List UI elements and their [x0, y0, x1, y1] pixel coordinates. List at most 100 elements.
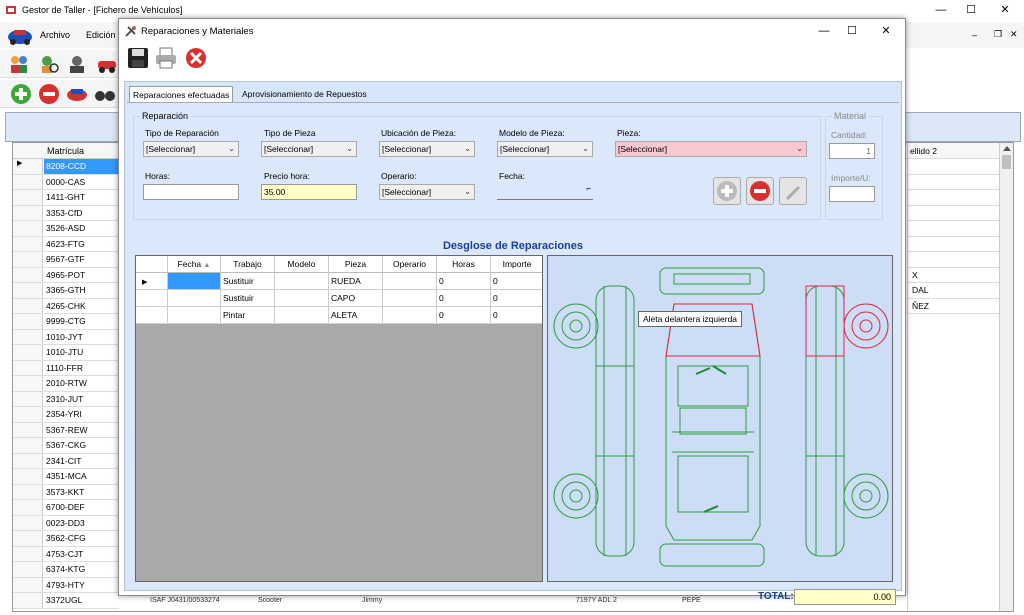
repair-cell-pieza[interactable]: CAPO: [329, 290, 383, 307]
row-header[interactable]: [13, 546, 43, 561]
row-header[interactable]: [13, 329, 43, 344]
table-row[interactable]: 2010-RTW: [13, 376, 119, 392]
users-icon[interactable]: [8, 53, 30, 75]
add-icon[interactable]: [10, 83, 32, 105]
matricula-cell[interactable]: 2354-YRI: [44, 407, 119, 422]
dialog-maximize-button[interactable]: ☐: [837, 23, 867, 39]
repair-cell-importe[interactable]: 0: [491, 307, 542, 324]
table-row[interactable]: 3562-CFG: [13, 531, 119, 547]
matricula-cell[interactable]: 3573-KKT: [44, 485, 119, 500]
matricula-cell[interactable]: 8208-CCD: [44, 159, 119, 174]
matricula-cell[interactable]: 0000-CAS: [44, 175, 119, 190]
row-header[interactable]: [13, 376, 43, 391]
repair-cell-operario[interactable]: [383, 273, 437, 290]
table-row[interactable]: 3526-ASD: [13, 221, 119, 237]
table-row[interactable]: 6374-KTG: [13, 562, 119, 578]
table-row[interactable]: 9567-GTF: [13, 252, 119, 268]
maximize-button[interactable]: ☐: [956, 2, 986, 18]
repair-cell-trabajo[interactable]: Pintar: [221, 307, 275, 324]
grid-scrollbar[interactable]: [999, 143, 1013, 611]
repair-cell-importe[interactable]: 0: [491, 290, 542, 307]
row-header[interactable]: [13, 360, 43, 375]
table-row[interactable]: 0023-DD3: [13, 515, 119, 531]
remove-repair-button[interactable]: [746, 177, 774, 205]
row-header[interactable]: [13, 236, 43, 251]
car-diagram[interactable]: [548, 256, 893, 582]
close-button[interactable]: ✕: [990, 2, 1020, 18]
save-icon[interactable]: [127, 47, 149, 69]
car-icon[interactable]: [96, 53, 118, 75]
table-row[interactable]: 4351-MCA: [13, 469, 119, 485]
repair-cell-modelo[interactable]: [275, 290, 329, 307]
row-header[interactable]: [13, 190, 43, 205]
row-header[interactable]: [13, 484, 43, 499]
col-trabajo[interactable]: Trabajo: [221, 256, 275, 273]
car-diagram-panel[interactable]: [547, 255, 893, 582]
menu-edicion[interactable]: Edición: [86, 30, 116, 40]
row-header[interactable]: [13, 453, 43, 468]
table-row[interactable]: 1110-FFR: [13, 360, 119, 376]
pieza-select[interactable]: [Seleccionar] ⌄: [615, 141, 807, 157]
matricula-cell[interactable]: 4965-POT: [44, 268, 119, 283]
row-header[interactable]: [13, 283, 43, 298]
row-header[interactable]: [13, 252, 43, 267]
remove-icon[interactable]: [38, 83, 60, 105]
repair-cell-pieza[interactable]: ALETA: [329, 307, 383, 324]
matricula-cell[interactable]: 2310-JUT: [44, 392, 119, 407]
col-matricula[interactable]: Matrícula: [47, 146, 84, 156]
table-row[interactable]: 3365-GTH: [13, 283, 119, 299]
matricula-cell[interactable]: 9999-CTG: [44, 314, 119, 329]
table-row[interactable]: 2354-YRI: [13, 407, 119, 423]
matricula-cell[interactable]: 3365-GTH: [44, 283, 119, 298]
matricula-cell[interactable]: 3372UGL: [44, 593, 119, 608]
dialog-close-button[interactable]: ✕: [871, 23, 901, 39]
table-row[interactable]: 3372UGL: [13, 593, 119, 609]
mdi-close-icon[interactable]: ✕: [1010, 29, 1018, 40]
edit-repair-button[interactable]: [779, 177, 807, 205]
matricula-cell[interactable]: 1010-JTU: [44, 345, 119, 360]
minimize-button[interactable]: —: [926, 2, 956, 18]
matricula-cell[interactable]: 3562-CFG: [44, 531, 119, 546]
matricula-cell[interactable]: 6374-KTG: [44, 562, 119, 577]
fecha-input[interactable]: ⌐: [497, 184, 593, 200]
matricula-cell[interactable]: 5367-REW: [44, 423, 119, 438]
matricula-cell[interactable]: 1010-JYT: [44, 330, 119, 345]
matricula-cell[interactable]: 1110-FFR: [44, 361, 119, 376]
matricula-cell[interactable]: 4753-CJT: [44, 547, 119, 562]
matricula-cell[interactable]: 4793-HTY: [44, 578, 119, 593]
repair-cell-fecha[interactable]: [168, 307, 221, 324]
row-header[interactable]: [13, 515, 43, 530]
row-header[interactable]: [13, 469, 43, 484]
matricula-cell[interactable]: 2341-CIT: [44, 454, 119, 469]
row-header[interactable]: [13, 422, 43, 437]
row-header[interactable]: [13, 298, 43, 313]
repair-cell-pieza[interactable]: RUEDA: [329, 273, 383, 290]
row-header[interactable]: ▶: [136, 273, 168, 290]
row-header[interactable]: [13, 267, 43, 282]
row-header[interactable]: [13, 500, 43, 515]
precio-input[interactable]: 35.00: [261, 184, 357, 200]
matricula-cell[interactable]: 9567-GTF: [44, 252, 119, 267]
row-header[interactable]: [13, 345, 43, 360]
repair-cell-horas[interactable]: 0: [437, 290, 491, 307]
matricula-cell[interactable]: 1411-GHT: [44, 190, 119, 205]
print-icon[interactable]: [155, 47, 177, 69]
repair-cell-operario[interactable]: [383, 290, 437, 307]
row-header[interactable]: [13, 562, 43, 577]
table-row[interactable]: 3353-CfD: [13, 205, 119, 221]
table-row[interactable]: 2341-CIT: [13, 453, 119, 469]
repair-cell-trabajo[interactable]: Sustituir: [221, 273, 275, 290]
importe-input[interactable]: [829, 186, 875, 202]
table-row[interactable]: 5367-REW: [13, 422, 119, 438]
horas-input[interactable]: [143, 184, 239, 200]
matricula-cell[interactable]: 3353-CfD: [44, 206, 119, 221]
row-header[interactable]: [13, 407, 43, 422]
row-header[interactable]: [13, 174, 43, 189]
col-importe[interactable]: Importe: [491, 256, 542, 273]
col-fecha[interactable]: Fecha ▲: [168, 256, 221, 273]
table-row[interactable]: 6700-DEF: [13, 500, 119, 516]
tab-reparaciones[interactable]: Reparaciones efectuadas: [129, 86, 234, 102]
repair-cell-horas[interactable]: 0: [437, 273, 491, 290]
operario-select[interactable]: [Seleccionar] ⌄: [379, 184, 475, 200]
matricula-cell[interactable]: 4623-FTG: [44, 237, 119, 252]
